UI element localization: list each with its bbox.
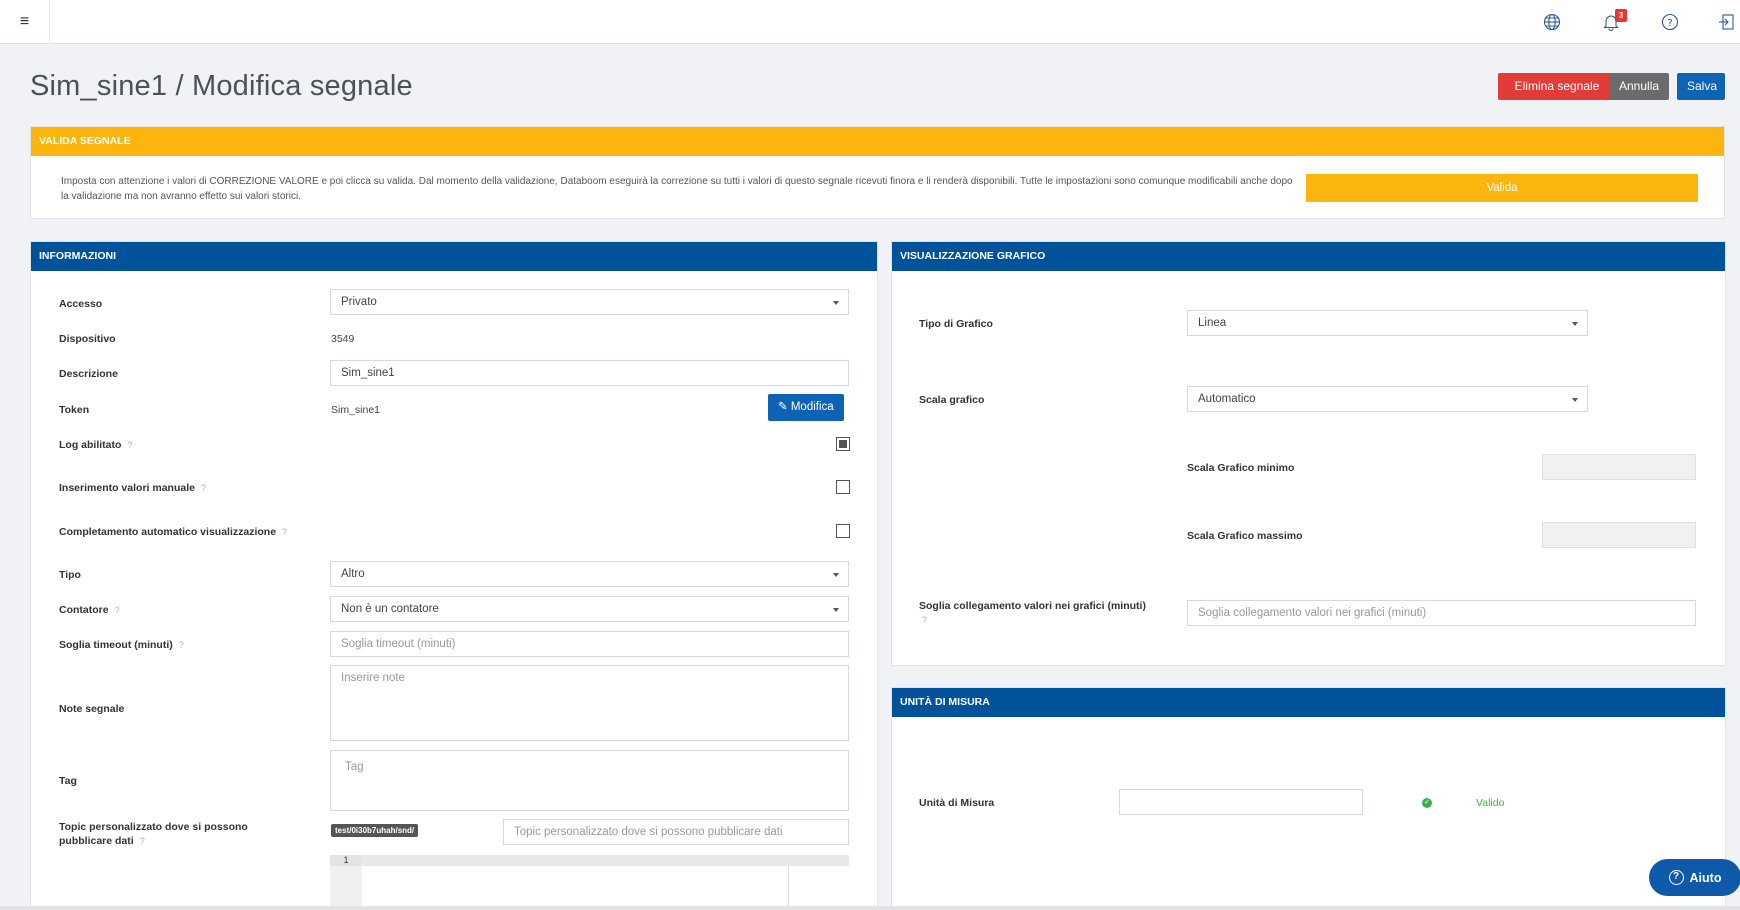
timeout-input[interactable]: Soglia timeout (minuti) [330,631,849,657]
logout-icon[interactable] [1717,12,1737,32]
unit-panel-header: UNITÀ DI MISURA [892,688,1725,717]
auto-complete-label: Completamento automatico visualizzazione… [59,526,287,538]
delete-signal-button[interactable]: Elimina segnale [1498,73,1616,100]
validate-signal-panel: VALIDA SEGNALE Imposta con attenzione i … [30,126,1725,219]
log-enabled-checkbox[interactable] [836,437,850,451]
chevron-down-icon [833,301,839,305]
unit-label: Unità di Misura [919,797,995,809]
manual-input-checkbox[interactable] [836,480,850,494]
help-icon[interactable]: ? [201,483,206,493]
signal-notes-label: Note segnale [59,703,125,715]
page-title: Sim_sine1 / Modifica segnale [30,70,413,102]
help-icon[interactable]: ? [140,836,145,846]
counter-select-value: Non è un contatore [341,603,439,615]
chart-scale-min-input[interactable] [1542,454,1696,480]
notification-badge: 3 [1615,9,1627,22]
unit-input[interactable] [1119,789,1363,815]
code-print-margin [788,866,789,910]
chevron-down-icon [833,608,839,612]
save-button[interactable]: Salva [1677,73,1725,100]
timeout-text: Soglia timeout (minuti) [59,639,173,651]
info-panel-header: INFORMAZIONI [31,242,877,271]
help-button-label: Aiuto [1689,870,1722,885]
chart-scale-min-label: Scala Grafico minimo [1187,462,1295,474]
access-select[interactable]: Privato [330,289,849,315]
bottom-scrollbar[interactable] [0,906,1740,910]
help-icon[interactable]: ? [922,615,927,625]
help-icon[interactable]: ? [115,605,120,615]
counter-select[interactable]: Non è un contatore [330,596,849,622]
help-button[interactable]: ? Aiuto [1649,859,1740,896]
type-select[interactable]: Altro [330,561,849,587]
edit-icon: ✎ [778,401,791,413]
custom-topic-input[interactable]: Topic personalizzato dove si possono pub… [503,819,849,845]
chart-display-panel-header: VISUALIZZAZIONE GRAFICO [892,242,1725,271]
help-icon[interactable]: ? [127,440,132,450]
manual-input-label: Inserimento valori manuale? [59,482,206,494]
help-circle-icon[interactable]: ? [1660,12,1680,32]
bell-icon[interactable]: 3 [1601,9,1627,32]
hamburger-icon[interactable]: ≡ [0,0,50,44]
type-select-value: Altro [341,568,365,580]
validate-description: Imposta con attenzione i valori di CORRE… [61,176,1293,202]
chart-display-panel: VISUALIZZAZIONE GRAFICO Tipo di Grafico … [891,241,1726,666]
chart-type-select-value: Linea [1198,317,1227,329]
chevron-down-icon [1572,322,1578,326]
custom-topic-text: Topic personalizzato dove si possono pub… [59,821,248,847]
chart-scale-label: Scala grafico [919,394,985,406]
chart-link-threshold-text: Soglia collegamento valori nei grafici (… [919,600,1146,612]
edit-token-button[interactable]: ✎ Modifica [768,394,844,421]
token-label: Token [59,404,90,416]
log-enabled-text: Log abilitato [59,439,122,451]
chart-scale-max-input[interactable] [1542,522,1696,548]
check-circle-icon: ✓ [1422,798,1432,808]
help-icon[interactable]: ? [282,527,287,537]
chart-scale-select[interactable]: Automatico [1187,386,1588,412]
counter-text: Contatore [59,604,109,616]
access-select-value: Privato [341,296,377,308]
device-label: Dispositivo [59,333,116,345]
counter-label: Contatore? [59,604,120,616]
auto-complete-text: Completamento automatico visualizzazione [59,526,277,538]
auto-complete-checkbox[interactable] [836,524,850,538]
chart-scale-select-value: Automatico [1198,393,1256,405]
code-editor[interactable]: 1 [330,855,849,910]
info-panel: INFORMAZIONI Accesso Privato Dispositivo… [30,241,878,910]
signal-notes-textarea[interactable]: Inserire note [330,665,849,741]
chart-type-select[interactable]: Linea [1187,310,1588,336]
chevron-down-icon [833,573,839,577]
svg-text:?: ? [1667,18,1672,29]
chart-link-threshold-label: Soglia collegamento valori nei grafici (… [919,599,1164,627]
globe-icon[interactable] [1542,12,1562,32]
timeout-label: Soglia timeout (minuti)? [59,639,184,651]
unit-status: Valido [1476,797,1505,809]
chart-type-label: Tipo di Grafico [919,318,993,330]
custom-topic-label: Topic personalizzato dove si possono pub… [59,820,289,848]
chart-link-threshold-input[interactable]: Soglia collegamento valori nei grafici (… [1187,600,1696,626]
validate-panel-header: VALIDA SEGNALE [31,127,1724,156]
log-enabled-label: Log abilitato? [59,439,132,451]
unit-panel: UNITÀ DI MISURA Unità di Misura ✓ Valido [891,687,1726,910]
top-bar: ≡ 3 ? [0,0,1740,44]
tag-label: Tag [59,775,77,787]
description-label: Descrizione [59,368,118,380]
type-label: Tipo [59,569,81,581]
chevron-down-icon [1572,398,1578,402]
topic-prefix-badge: test/0i30b7uhah/snd/ [331,824,419,837]
chart-scale-max-label: Scala Grafico massimo [1187,530,1303,542]
question-icon: ? [1668,870,1684,885]
manual-input-text: Inserimento valori manuale [59,482,195,494]
edit-token-button-label: Modifica [790,401,834,413]
device-value: 3549 [331,333,355,345]
token-value: Sim_sine1 [331,404,381,416]
cancel-button[interactable]: Annulla [1609,73,1669,100]
validate-button[interactable]: Valida [1306,174,1698,202]
help-icon[interactable]: ? [179,640,184,650]
line-number: 1 [330,855,362,866]
tag-input[interactable]: Tag [330,750,849,811]
code-line[interactable] [362,855,849,866]
description-input[interactable]: Sim_sine1 [330,360,849,386]
access-label: Accesso [59,298,103,310]
